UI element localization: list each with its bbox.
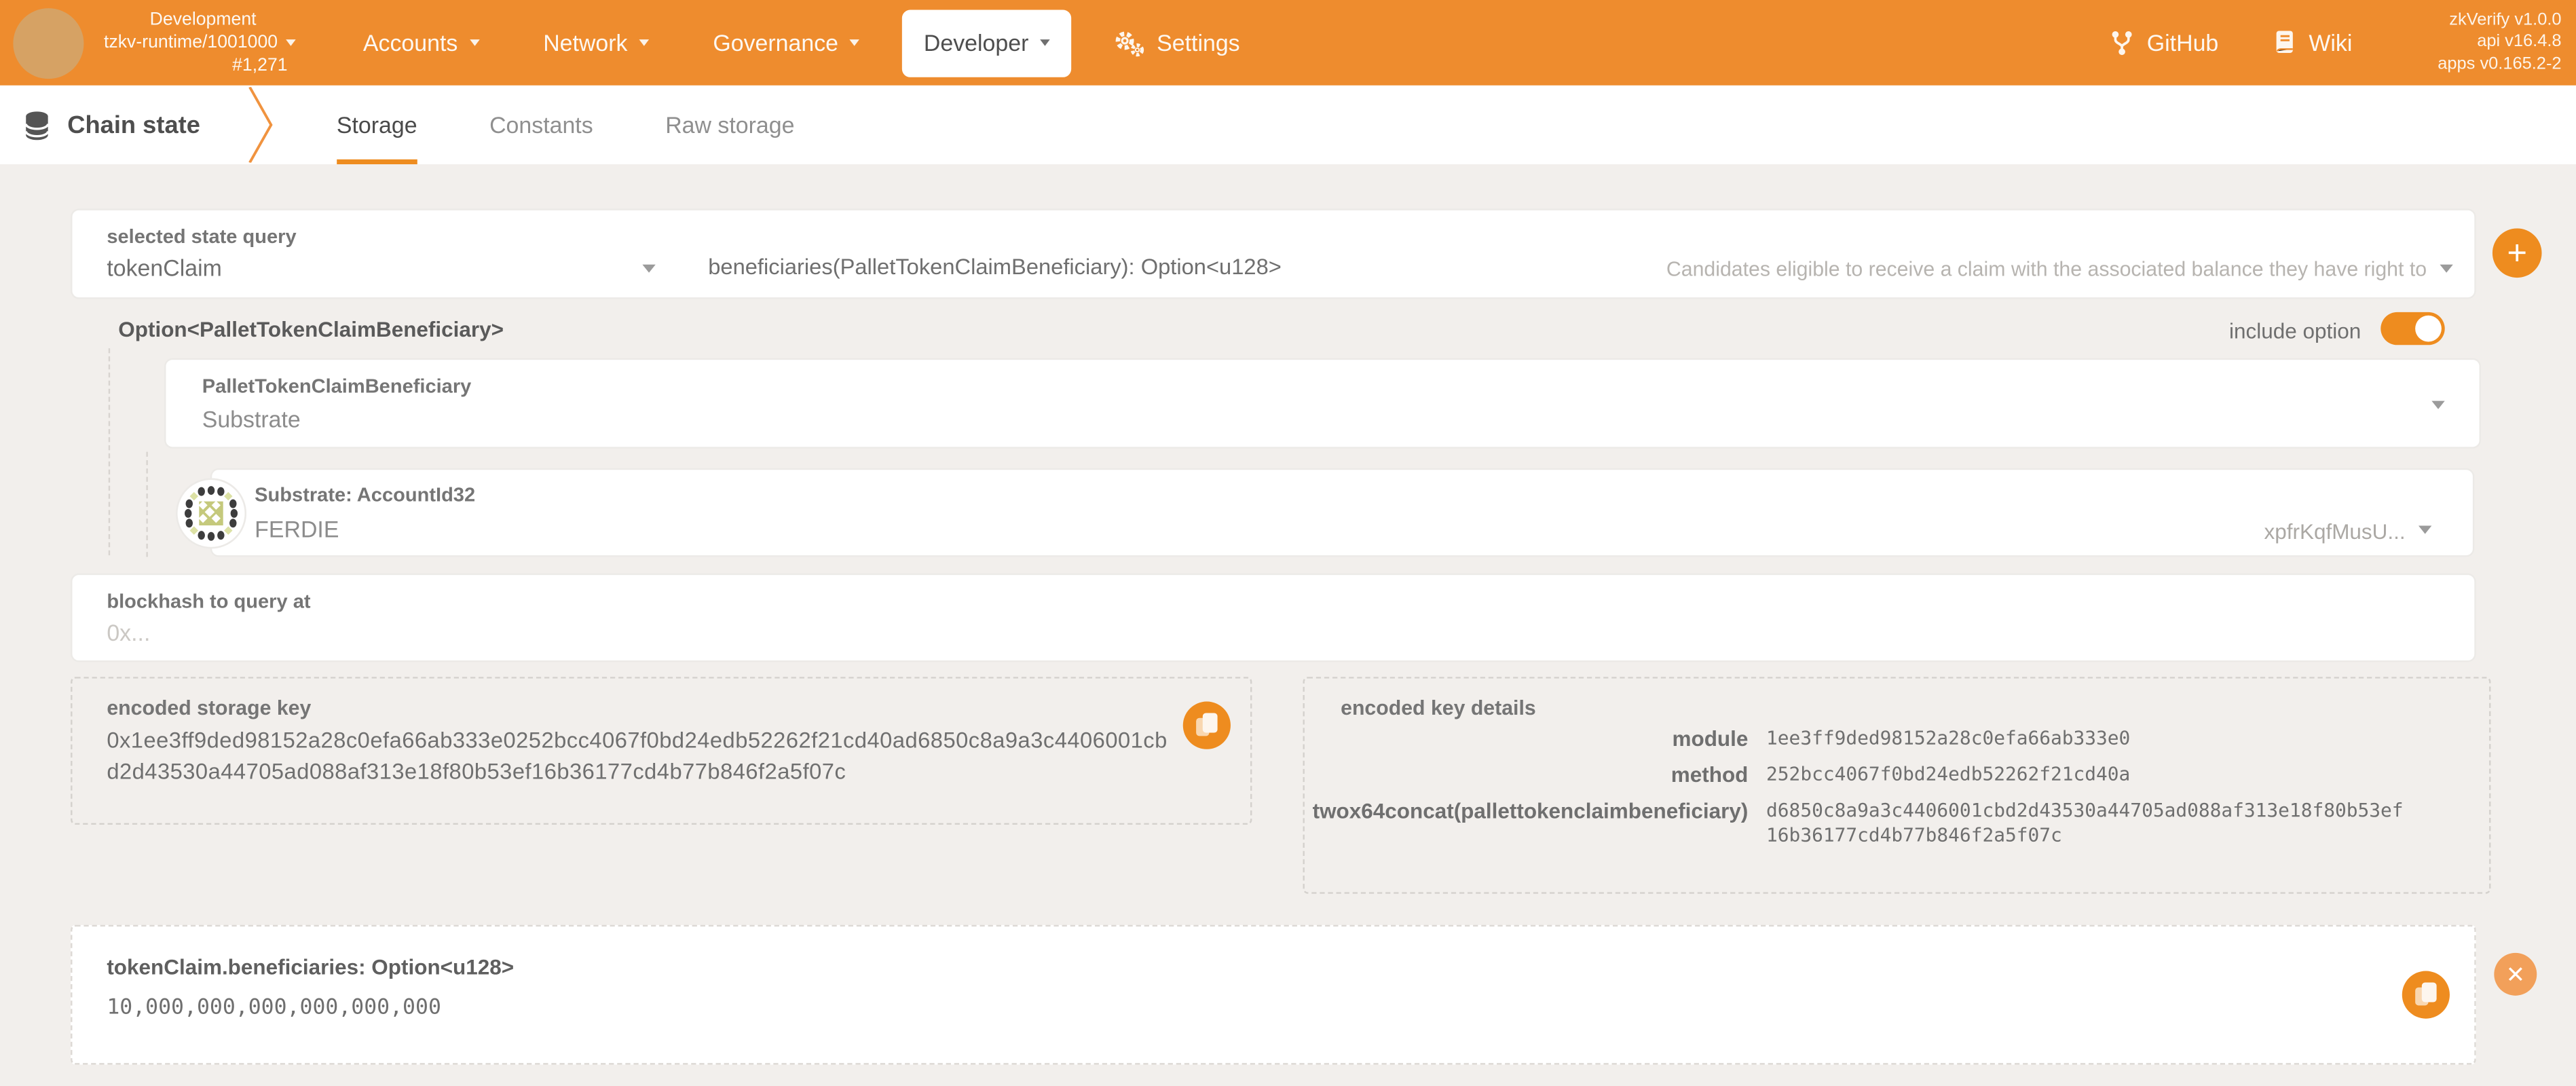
blockhash-card: blockhash to query at [71,574,2476,662]
param-type-label: PalletTokenClaimBeneficiary [202,375,472,398]
result-label: tokenClaim.beneficiaries: Option<u128> [107,954,514,979]
chain-info[interactable]: Development tzkv-runtime/1001000 #1,271 [95,8,295,77]
best-block-number: #1,271 [95,54,287,77]
node-version: zkVerify v1.0.0 [2438,10,2561,32]
main-nav: Accounts Network Governance Developer [341,0,1261,86]
gear-icon [1114,29,1145,56]
network-name: Development [95,8,256,31]
account-type-label: Substrate: AccountId32 [255,483,475,506]
chevron-down-icon [469,39,479,46]
section-title: Chain state [23,86,200,164]
detail-name: method [1305,762,1749,787]
encoded-key-label: encoded storage key [107,696,311,719]
key-detail-row: twox64concat(pallettokenclaimbeneficiary… [1305,798,2466,848]
include-option-toggle[interactable] [2381,312,2444,345]
encoded-key-line1: 0x1ee3ff9ded98152a28c0efa66ab333e0252bcc… [107,728,1167,752]
breadcrumb-chevron [246,87,276,162]
key-details-label: encoded key details [1341,696,1536,719]
nav-item-developer[interactable]: Developer [902,9,1071,76]
key-detail-row: module 1ee3ff9ded98152a28c0efa66ab333e0 [1305,726,2466,751]
nav-item-settings[interactable]: Settings [1093,0,1261,86]
query-label: selected state query [107,225,296,248]
nav-item-governance[interactable]: Governance [692,0,881,86]
git-fork-icon [2109,30,2133,56]
detail-value: 252bcc4067f0bd24edb52262f21cd40a [1766,762,2130,787]
encoded-storage-key-panel: encoded storage key 0x1ee3ff9ded98152a28… [71,677,1252,825]
chevron-down-icon[interactable] [2440,265,2452,273]
chevron-down-icon [639,39,649,46]
chevron-down-icon[interactable] [2431,401,2444,409]
runtime-version: tzkv-runtime/1001000 [104,31,278,54]
network-logo[interactable] [13,7,83,78]
add-query-button[interactable]: + [2493,228,2542,278]
param-type-card[interactable]: PalletTokenClaimBeneficiary Substrate [164,358,2481,449]
github-link[interactable]: GitHub [2109,30,2218,56]
api-version: api v16.4.8 [2438,32,2561,54]
database-icon [23,109,51,141]
copy-icon [2415,982,2436,1007]
tab-constants[interactable]: Constants [489,86,593,164]
tabs: Storage Constants Raw storage [337,86,795,164]
method-dropdown[interactable]: beneficiaries(PalletTokenClaimBeneficiar… [708,255,1282,279]
app-window: Development tzkv-runtime/1001000 #1,271 … [0,0,2576,1086]
detail-name: module [1305,726,1749,751]
pallet-dropdown[interactable]: tokenClaim [107,255,222,281]
apps-version: apps v0.165.2-2 [2438,54,2561,76]
remove-result-button[interactable]: ✕ [2494,953,2537,996]
tree-guide-line [146,452,147,557]
wiki-link[interactable]: Wiki [2275,30,2353,56]
version-info: zkVerify v1.0.0 api v16.4.8 apps v0.165.… [2438,10,2561,76]
tab-storage[interactable]: Storage [337,86,417,164]
section-title-label: Chain state [67,111,200,138]
include-option-label: include option [2229,319,2361,343]
query-result-card: tokenClaim.beneficiaries: Option<u128> 1… [71,925,2476,1065]
state-query-card: selected state query tokenClaim benefici… [71,208,2476,299]
account-address: xpfrKqfMusU... [2264,519,2406,544]
chevron-down-icon [850,39,860,46]
key-details-rows: module 1ee3ff9ded98152a28c0efa66ab333e0 … [1305,726,2466,859]
external-links: GitHub Wiki [2109,30,2352,56]
chevron-down-icon[interactable] [642,265,655,273]
method-hint: Candidates eligible to receive a claim w… [1666,258,2427,281]
detail-value: d6850c8a9a3c4406001cbd2d43530a44705ad088… [1766,798,2404,848]
copy-key-button[interactable] [1183,702,1231,749]
copy-result-button[interactable] [2402,971,2450,1019]
encoded-key-line2: d2d43530a44705ad088af313e18f80b53ef16b36… [107,759,846,783]
blockhash-input[interactable] [107,620,764,646]
chevron-down-icon[interactable] [2419,526,2431,534]
key-detail-row: method 252bcc4067f0bd24edb52262f21cd40a [1305,762,2466,787]
chevron-down-icon [286,39,296,46]
top-bar: Development tzkv-runtime/1001000 #1,271 … [0,0,2576,86]
param-type-dropdown[interactable]: Substrate [202,406,301,432]
encoded-key-details-panel: encoded key details module 1ee3ff9ded981… [1303,677,2490,894]
account-identicon [176,478,246,548]
page-content: selected state query tokenClaim benefici… [0,164,2576,1086]
detail-name: twox64concat(pallettokenclaimbeneficiary… [1305,798,1749,848]
tab-raw-storage[interactable]: Raw storage [665,86,794,164]
toggle-knob [2415,316,2442,342]
account-select-card[interactable]: Substrate: AccountId32 FERDIE xpfrKqfMus… [210,468,2474,557]
chevron-down-icon [1040,39,1050,46]
result-value: 10,000,000,000,000,000,000 [107,996,441,1020]
option-wrapper-label: Option<PalletTokenClaimBeneficiary> [118,317,504,341]
nav-item-network[interactable]: Network [522,0,671,86]
account-name[interactable]: FERDIE [255,516,339,542]
tree-guide-line [109,348,110,555]
detail-value: 1ee3ff9ded98152a28c0efa66ab333e0 [1766,726,2130,751]
nav-item-accounts[interactable]: Accounts [341,0,500,86]
book-icon [2275,30,2296,56]
tab-bar: Chain state Storage Constants Raw storag… [0,86,2576,164]
copy-icon [1196,713,1217,737]
blockhash-label: blockhash to query at [107,590,310,613]
